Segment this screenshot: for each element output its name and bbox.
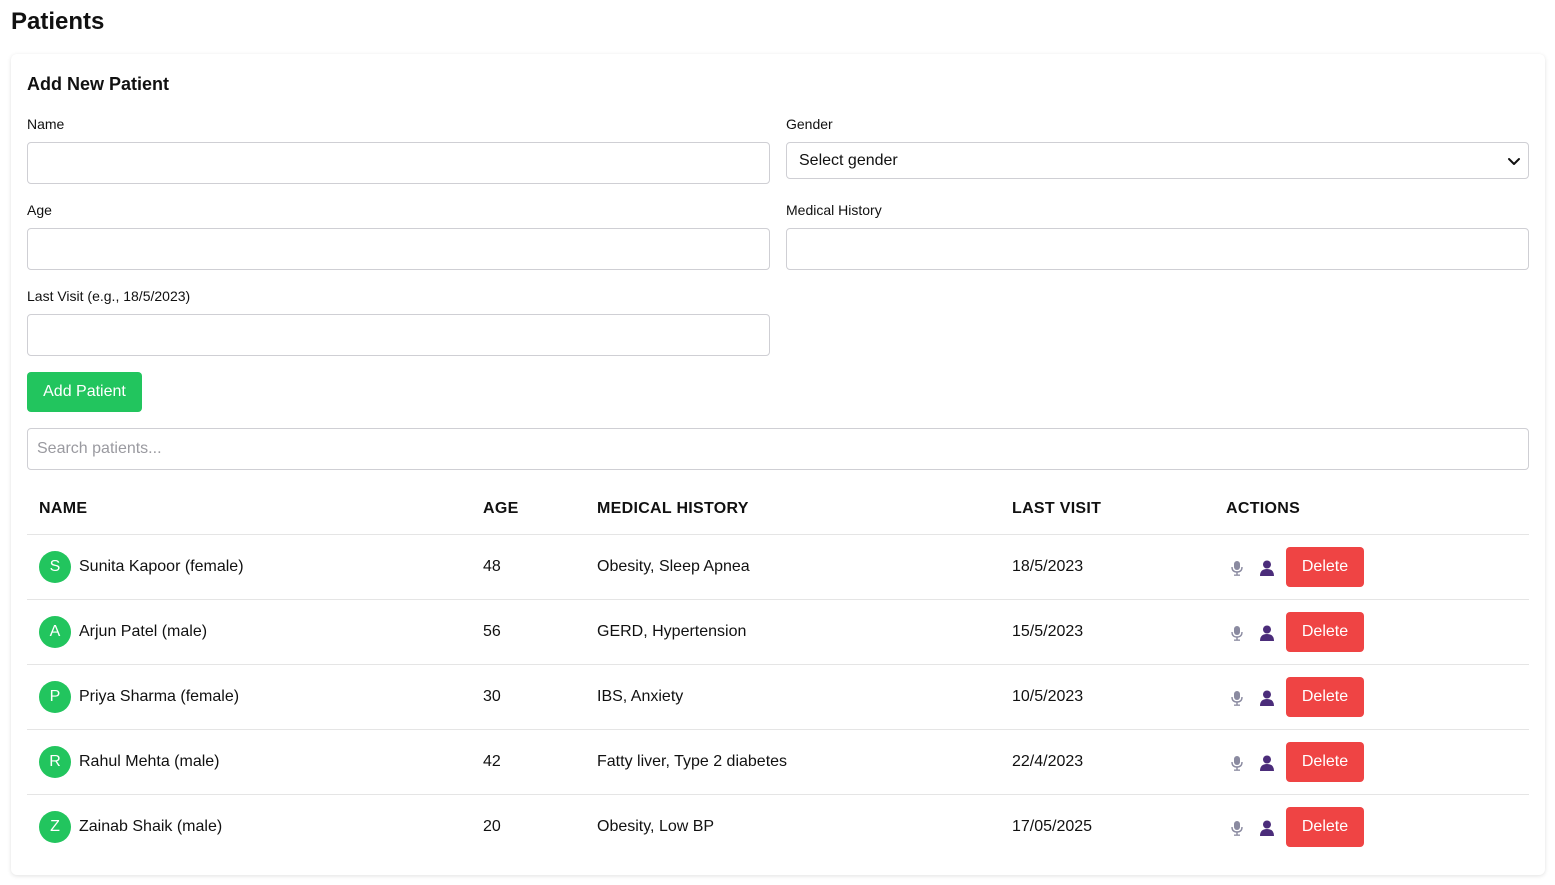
patient-age: 48 (483, 558, 501, 575)
gender-select[interactable]: Select gender (786, 142, 1529, 179)
patient-history: Obesity, Sleep Apnea (597, 558, 750, 575)
patient-age: 20 (483, 818, 501, 835)
patient-last-visit: 22/4/2023 (1012, 753, 1084, 770)
patient-history: GERD, Hypertension (597, 623, 747, 640)
table-header: NAME AGE MEDICAL HISTORY LAST VISIT ACTI… (27, 479, 1529, 535)
page-title: Patients (11, 8, 105, 35)
microphone-icon[interactable] (1229, 689, 1245, 707)
user-profile-icon[interactable] (1259, 559, 1275, 577)
form-title: Add New Patient (27, 74, 170, 94)
last-visit-input[interactable] (27, 314, 770, 356)
user-profile-icon[interactable] (1259, 624, 1275, 642)
avatar: S (39, 551, 71, 583)
last-visit-label: Last Visit (e.g., 18/5/2023) (27, 288, 191, 304)
patient-card: Add New Patient Name Gender Select gende… (11, 54, 1545, 875)
patient-age: 42 (483, 753, 501, 770)
microphone-icon[interactable] (1229, 819, 1245, 837)
patient-history: Obesity, Low BP (597, 818, 715, 835)
header-actions: ACTIONS (1226, 500, 1301, 517)
header-last-visit: LAST VISIT (1012, 500, 1102, 517)
delete-button[interactable]: Delete (1286, 612, 1364, 652)
patient-name: Priya Sharma (female) (79, 688, 240, 705)
search-placeholder: Search patients... (37, 440, 162, 457)
microphone-icon[interactable] (1229, 624, 1245, 642)
name-input[interactable] (27, 142, 770, 184)
avatar: A (39, 616, 71, 648)
gender-label: Gender (786, 116, 833, 132)
table-row: A Arjun Patel (male) 56 GERD, Hypertensi… (27, 600, 1529, 665)
user-profile-icon[interactable] (1259, 754, 1275, 772)
patient-history: Fatty liver, Type 2 diabetes (597, 753, 788, 770)
table-row: R Rahul Mehta (male) 42 Fatty liver, Typ… (27, 730, 1529, 795)
header-age: AGE (483, 500, 519, 517)
chevron-down-icon (1508, 158, 1520, 165)
patient-last-visit: 15/5/2023 (1012, 623, 1084, 640)
name-label: Name (27, 116, 65, 132)
table-row: S Sunita Kapoor (female) 48 Obesity, Sle… (27, 535, 1529, 600)
patient-last-visit: 10/5/2023 (1012, 688, 1084, 705)
delete-button[interactable]: Delete (1286, 547, 1364, 587)
age-input[interactable] (27, 228, 770, 270)
search-input[interactable]: Search patients... (27, 428, 1529, 470)
add-patient-button[interactable]: Add Patient (27, 372, 142, 412)
header-medical-history: MEDICAL HISTORY (597, 500, 749, 517)
patient-name: Sunita Kapoor (female) (79, 558, 244, 575)
table-row: P Priya Sharma (female) 30 IBS, Anxiety … (27, 665, 1529, 730)
patients-table: NAME AGE MEDICAL HISTORY LAST VISIT ACTI… (27, 479, 1529, 860)
avatar: P (39, 681, 71, 713)
delete-button[interactable]: Delete (1286, 677, 1364, 717)
microphone-icon[interactable] (1229, 559, 1245, 577)
patient-name: Zainab Shaik (male) (79, 818, 223, 835)
user-profile-icon[interactable] (1259, 819, 1275, 837)
user-profile-icon[interactable] (1259, 689, 1275, 707)
medical-history-label: Medical History (786, 202, 882, 218)
microphone-icon[interactable] (1229, 754, 1245, 772)
gender-select-value: Select gender (799, 152, 898, 169)
avatar: Z (39, 811, 71, 843)
patient-history: IBS, Anxiety (597, 688, 684, 705)
patient-last-visit: 18/5/2023 (1012, 558, 1084, 575)
patient-last-visit: 17/05/2025 (1012, 818, 1093, 835)
delete-button[interactable]: Delete (1286, 742, 1364, 782)
age-label: Age (27, 202, 52, 218)
patient-name: Rahul Mehta (male) (79, 753, 220, 770)
avatar: R (39, 746, 71, 778)
patient-age: 30 (483, 688, 501, 705)
medical-history-input[interactable] (786, 228, 1529, 270)
header-name: NAME (39, 500, 88, 517)
patient-age: 56 (483, 623, 501, 640)
patient-name: Arjun Patel (male) (79, 623, 208, 640)
table-row: Z Zainab Shaik (male) 20 Obesity, Low BP… (27, 795, 1529, 860)
delete-button[interactable]: Delete (1286, 807, 1364, 847)
